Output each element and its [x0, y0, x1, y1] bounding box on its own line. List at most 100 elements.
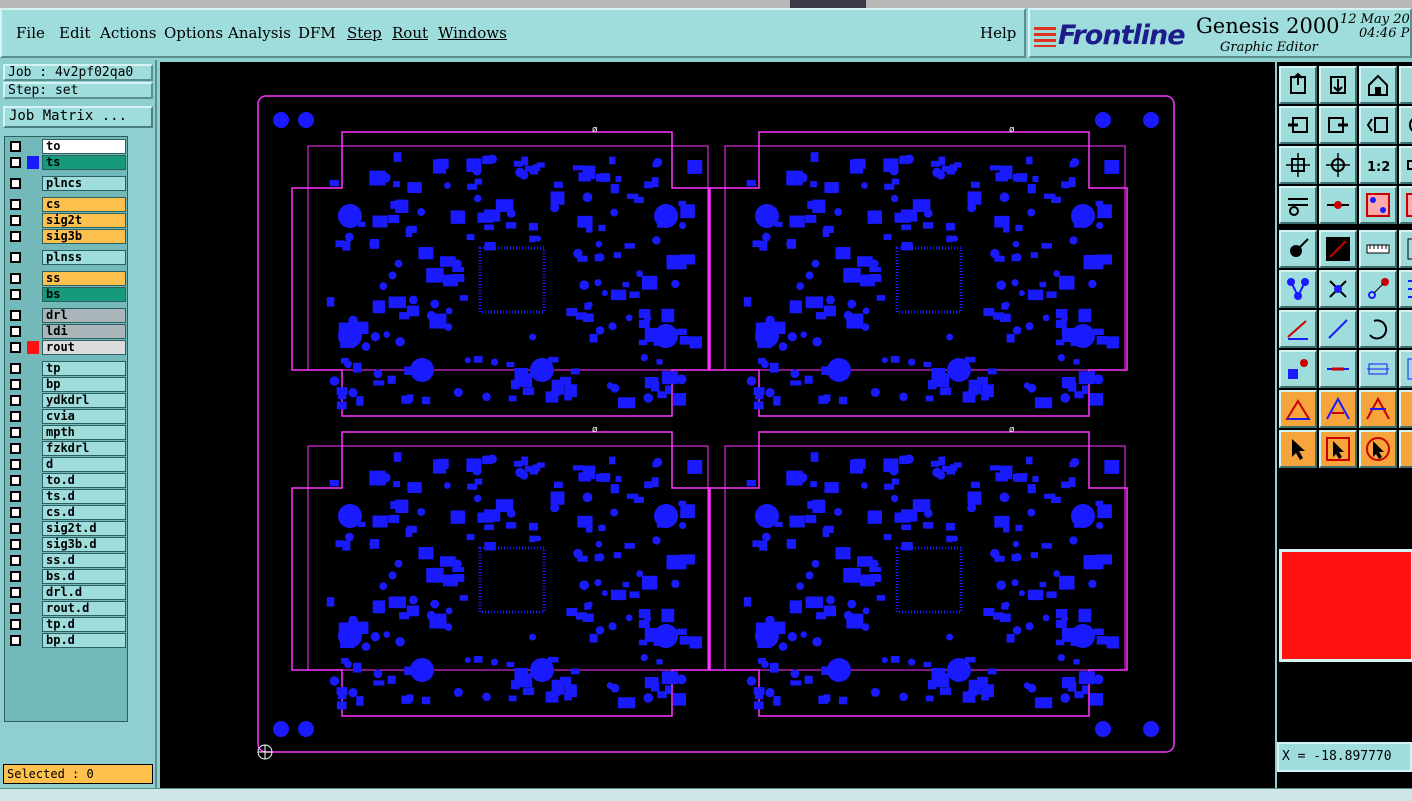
move-to-bottom-button[interactable]: [1319, 66, 1357, 104]
layer-row[interactable]: ydkdrl: [8, 393, 126, 408]
layer-checkbox[interactable]: [10, 363, 21, 374]
layer-row[interactable]: cs.d: [8, 505, 126, 520]
zoom-back-button[interactable]: [1359, 106, 1397, 144]
layer-checkbox[interactable]: [10, 507, 21, 518]
snap-button[interactable]: [1319, 186, 1357, 224]
layer-checkbox[interactable]: [10, 199, 21, 210]
layer-checkbox[interactable]: [10, 571, 21, 582]
menu-actions[interactable]: Actions: [100, 24, 156, 42]
layer-name[interactable]: fzkdrl: [42, 441, 126, 456]
color-preview[interactable]: [1279, 549, 1412, 662]
layer-row[interactable]: fzkdrl: [8, 441, 126, 456]
layer-name[interactable]: bp.d: [42, 633, 126, 648]
layer-row[interactable]: tp.d: [8, 617, 126, 632]
layer-checkbox[interactable]: [10, 475, 21, 486]
layer-row[interactable]: ldi: [8, 324, 126, 339]
layer-row[interactable]: rout: [8, 340, 126, 355]
pointer-edge-button[interactable]: [1399, 430, 1412, 468]
one-to-one-button[interactable]: 1:2: [1359, 146, 1397, 184]
connect-button[interactable]: [1399, 270, 1412, 308]
layer-name[interactable]: sig2t.d: [42, 521, 126, 536]
layer-name[interactable]: to: [42, 139, 126, 154]
pointer-select-button[interactable]: [1359, 430, 1397, 468]
layer-checkbox[interactable]: [10, 157, 21, 168]
layer-row[interactable]: ts: [8, 155, 126, 170]
layer-row[interactable]: sig3b.d: [8, 537, 126, 552]
layer-checkbox[interactable]: [10, 342, 21, 353]
layer-checkbox[interactable]: [10, 326, 21, 337]
layer-row[interactable]: bs.d: [8, 569, 126, 584]
layer-row[interactable]: bs: [8, 287, 126, 302]
layer-row[interactable]: cvia: [8, 409, 126, 424]
measure-button[interactable]: [1399, 146, 1412, 184]
arc-button[interactable]: [1359, 310, 1397, 348]
triangle-edge-button[interactable]: [1399, 390, 1412, 428]
layer-name[interactable]: ss.d: [42, 553, 126, 568]
layer-row[interactable]: sig2t.d: [8, 521, 126, 536]
line-button[interactable]: [1279, 310, 1317, 348]
layer-checkbox[interactable]: [10, 395, 21, 406]
tools-button[interactable]: [1279, 186, 1317, 224]
slash-button[interactable]: [1319, 310, 1357, 348]
menu-analysis[interactable]: Analysis: [228, 24, 291, 42]
triangle-button[interactable]: [1279, 390, 1317, 428]
layer-name[interactable]: rout.d: [42, 601, 126, 616]
home-button[interactable]: [1359, 66, 1397, 104]
layer-name[interactable]: cs: [42, 197, 126, 212]
move-to-top-button[interactable]: [1279, 66, 1317, 104]
menu-help[interactable]: Help: [980, 24, 1016, 42]
layer-name[interactable]: plncs: [42, 176, 126, 191]
layer-checkbox[interactable]: [10, 231, 21, 242]
triangle-frame-button[interactable]: [1359, 390, 1397, 428]
layer-row[interactable]: sig2t: [8, 213, 126, 228]
layer-row[interactable]: rout.d: [8, 601, 126, 616]
layer-checkbox[interactable]: [10, 443, 21, 454]
layer-checkbox[interactable]: [10, 539, 21, 550]
layer-name[interactable]: d: [42, 457, 126, 472]
layer-row[interactable]: d: [8, 457, 126, 472]
layer-row[interactable]: tp: [8, 361, 126, 376]
layer-name[interactable]: bs: [42, 287, 126, 302]
pcb-panel-view[interactable]: ø ø ø ø: [160, 62, 1275, 788]
layer-name[interactable]: cs.d: [42, 505, 126, 520]
layer-checkbox[interactable]: [10, 310, 21, 321]
layer-checkbox[interactable]: [10, 427, 21, 438]
layer-checkbox[interactable]: [10, 555, 21, 566]
menu-step[interactable]: Step: [347, 24, 382, 42]
ruler-button[interactable]: [1359, 230, 1397, 268]
layer-checkbox[interactable]: [10, 411, 21, 422]
layer-checkbox[interactable]: [10, 178, 21, 189]
layer-checkbox[interactable]: [10, 491, 21, 502]
layer-name[interactable]: mpth: [42, 425, 126, 440]
nodes-button[interactable]: [1279, 270, 1317, 308]
layer-name[interactable]: drl: [42, 308, 126, 323]
graphic-canvas[interactable]: ø ø ø ø: [160, 62, 1275, 788]
layer-name[interactable]: tp: [42, 361, 126, 376]
triangle-alt-button[interactable]: [1319, 390, 1357, 428]
layer-name[interactable]: bp: [42, 377, 126, 392]
pointer-button[interactable]: [1279, 430, 1317, 468]
layer-checkbox[interactable]: [10, 379, 21, 390]
layer-checkbox[interactable]: [10, 141, 21, 152]
layer-row[interactable]: drl: [8, 308, 126, 323]
layer-row[interactable]: ss.d: [8, 553, 126, 568]
layer-name[interactable]: sig2t: [42, 213, 126, 228]
layer-checkbox[interactable]: [10, 523, 21, 534]
layer-checkbox[interactable]: [10, 619, 21, 630]
layer-name[interactable]: cvia: [42, 409, 126, 424]
menu-edit[interactable]: Edit: [59, 24, 90, 42]
net-button[interactable]: [1359, 270, 1397, 308]
menu-windows[interactable]: Windows: [438, 24, 507, 42]
layer-name[interactable]: tp.d: [42, 617, 126, 632]
zoom-button[interactable]: [1399, 106, 1412, 144]
dash-button[interactable]: [1319, 350, 1357, 388]
pan-left-button[interactable]: [1279, 106, 1317, 144]
pad-button[interactable]: [1279, 350, 1317, 388]
layer-checkbox[interactable]: [10, 603, 21, 614]
layer-checkbox[interactable]: [10, 252, 21, 263]
layer-row[interactable]: plncs: [8, 176, 126, 191]
layer-checkbox[interactable]: [10, 215, 21, 226]
layer-name[interactable]: sig3b.d: [42, 537, 126, 552]
layer-row[interactable]: ts.d: [8, 489, 126, 504]
layer-row[interactable]: to.d: [8, 473, 126, 488]
